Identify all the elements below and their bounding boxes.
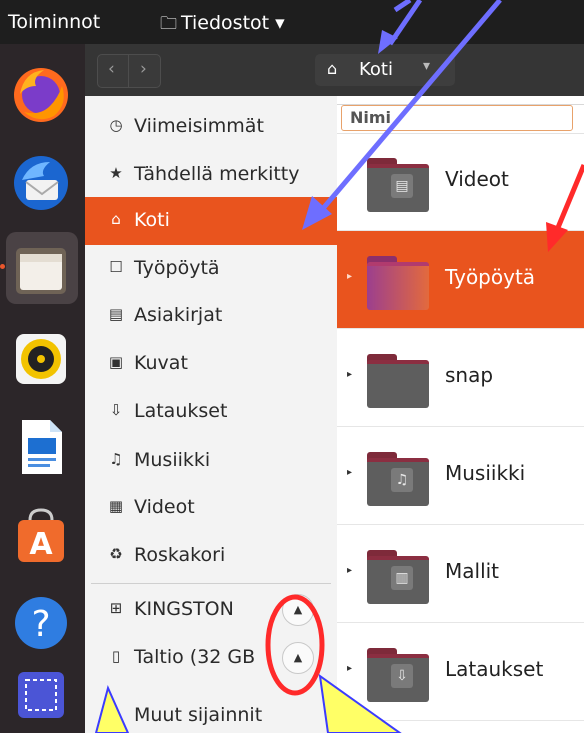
file-row-videot[interactable]: ▤ Videot: [337, 133, 584, 231]
name-column-header[interactable]: Nimi: [341, 105, 573, 131]
files-menu-label: Tiedostot: [181, 12, 270, 34]
sidebar-item-music[interactable]: ♫ Musiikki: [85, 437, 337, 485]
folder-videos-icon: ▤: [367, 158, 429, 212]
folder-templates-icon: ▥: [367, 550, 429, 604]
svg-text:?: ?: [31, 604, 50, 645]
image-icon: ▣: [108, 353, 124, 371]
dock: A ?: [0, 44, 85, 733]
download-emblem-icon: ⇩: [391, 664, 413, 688]
film-emblem-icon: ▤: [391, 174, 413, 198]
sidebar-item-trash[interactable]: ♻ Roskakori: [85, 532, 337, 580]
sidebar-item-label: Lataukset: [134, 400, 228, 422]
sidebar-item-desktop[interactable]: ☐ Työpöytä: [85, 245, 337, 293]
drive-icon: ▯: [111, 647, 121, 665]
sidebar-item-label: Asiakirjat: [134, 304, 223, 326]
top-bar: Toiminnot 🗀 Tiedostot ▾: [0, 0, 584, 44]
template-emblem-icon: ▥: [391, 566, 413, 590]
expander-arrow-icon[interactable]: ▸: [347, 271, 352, 282]
sidebar-item-label: Kuvat: [134, 352, 188, 374]
running-indicator: [0, 264, 5, 269]
sidebar-item-documents[interactable]: ▤ Asiakirjat: [85, 292, 337, 340]
nautilus-headerbar: ‹ › ⌂ Koti ▾: [85, 44, 584, 96]
expander-arrow-icon[interactable]: ▸: [347, 565, 352, 576]
sidebar-item-label: Musiikki: [134, 449, 211, 471]
sidebar-divider: [91, 583, 331, 584]
file-name: Videot: [445, 167, 509, 191]
menu-arrow-icon: ▾: [275, 12, 285, 34]
sidebar-item-label: Muut sijainnit: [134, 704, 263, 726]
screenshot-tool-icon[interactable]: [10, 668, 72, 730]
sidebar-item-starred[interactable]: ★ Tähdellä merkitty: [85, 151, 337, 199]
sidebar-item-label: KINGSTON: [134, 598, 234, 620]
navigation-buttons: ‹ ›: [97, 54, 161, 88]
desktop-icon: ☐: [109, 258, 123, 276]
back-button[interactable]: ‹: [108, 59, 115, 79]
sidebar-item-recent[interactable]: ◷ Viimeisimmät: [85, 103, 337, 151]
path-label: Koti: [359, 59, 393, 80]
column-header: Nimi: [337, 104, 584, 134]
sidebar-item-videos[interactable]: ▦ Videot: [85, 484, 337, 532]
files-app-icon[interactable]: [10, 240, 72, 302]
eject-kingston-button[interactable]: ▲: [282, 594, 314, 626]
libreoffice-writer-icon[interactable]: [10, 416, 72, 478]
file-row-mallit[interactable]: ▸ ▥ Mallit: [337, 525, 584, 623]
folder-desktop-icon: [367, 256, 429, 310]
nav-divider: [128, 55, 129, 87]
software-center-icon[interactable]: A: [10, 504, 72, 566]
star-icon: ★: [109, 164, 123, 182]
eject-taltio-button[interactable]: ▲: [282, 642, 314, 674]
folder-icon: [367, 354, 429, 408]
forward-button[interactable]: ›: [140, 59, 147, 79]
file-name: Mallit: [445, 559, 500, 583]
music-emblem-icon: ♫: [391, 468, 413, 492]
usb-icon: ⊞: [109, 599, 123, 617]
download-icon: ⇩: [109, 401, 123, 419]
column-name-label: Nimi: [350, 108, 392, 127]
activities-button[interactable]: Toiminnot: [8, 11, 100, 33]
sidebar-item-label: Roskakori: [134, 544, 226, 566]
path-bar-home-button[interactable]: ⌂ Koti ▾: [315, 54, 455, 86]
file-name: Musiikki: [445, 461, 526, 485]
help-icon[interactable]: ?: [10, 592, 72, 654]
chevron-down-icon: ▾: [423, 58, 431, 74]
file-list-view: Nimi ▤ Videot ▸ Työpöytä ▸ snap ▸ ♫ Musi…: [337, 96, 584, 733]
svg-text:A: A: [29, 527, 53, 562]
expander-arrow-icon[interactable]: ▸: [347, 663, 352, 674]
file-row-tyopoyta[interactable]: ▸ Työpöytä: [337, 231, 584, 329]
sidebar-item-label: Viimeisimmät: [134, 115, 264, 137]
sidebar-item-downloads[interactable]: ⇩ Lataukset: [85, 388, 337, 436]
clock-icon: ◷: [109, 116, 123, 134]
sidebar-item-label: Tähdellä merkitty: [134, 163, 300, 185]
firefox-icon[interactable]: [10, 64, 72, 126]
sidebar-item-label: Työpöytä: [134, 257, 220, 279]
music-icon: ♫: [109, 450, 123, 468]
trash-icon: ♻: [109, 545, 123, 563]
expander-arrow-icon[interactable]: ▸: [347, 369, 352, 380]
expander-arrow-icon[interactable]: ▸: [347, 467, 352, 478]
folder-downloads-icon: ⇩: [367, 648, 429, 702]
sidebar-item-label: Videot: [134, 496, 195, 518]
file-name: Lataukset: [445, 657, 544, 681]
file-row-lataukset[interactable]: ▸ ⇩ Lataukset: [337, 623, 584, 721]
rhythmbox-icon[interactable]: [10, 328, 72, 390]
sidebar-item-label: Koti: [134, 209, 170, 231]
files-app-menu[interactable]: 🗀 Tiedostot ▾: [160, 11, 285, 40]
sidebar-item-pictures[interactable]: ▣ Kuvat: [85, 340, 337, 388]
home-icon: ⌂: [327, 59, 338, 78]
home-icon: ⌂: [111, 210, 121, 228]
file-row-snap[interactable]: ▸ snap: [337, 329, 584, 427]
file-name: Työpöytä: [445, 265, 536, 289]
sidebar-item-label: Taltio (32 GB: [134, 646, 256, 668]
thunderbird-icon[interactable]: [10, 152, 72, 214]
video-icon: ▦: [108, 497, 124, 515]
sidebar-item-home[interactable]: ⌂ Koti: [85, 197, 337, 245]
document-icon: ▤: [108, 305, 124, 323]
folder-music-icon: ♫: [367, 452, 429, 506]
file-name: snap: [445, 363, 494, 387]
folder-outline-icon: 🗀: [160, 14, 177, 34]
file-row-musiikki[interactable]: ▸ ♫ Musiikki: [337, 427, 584, 525]
places-sidebar: ◷ Viimeisimmät ★ Tähdellä merkitty ⌂ Kot…: [85, 96, 338, 733]
